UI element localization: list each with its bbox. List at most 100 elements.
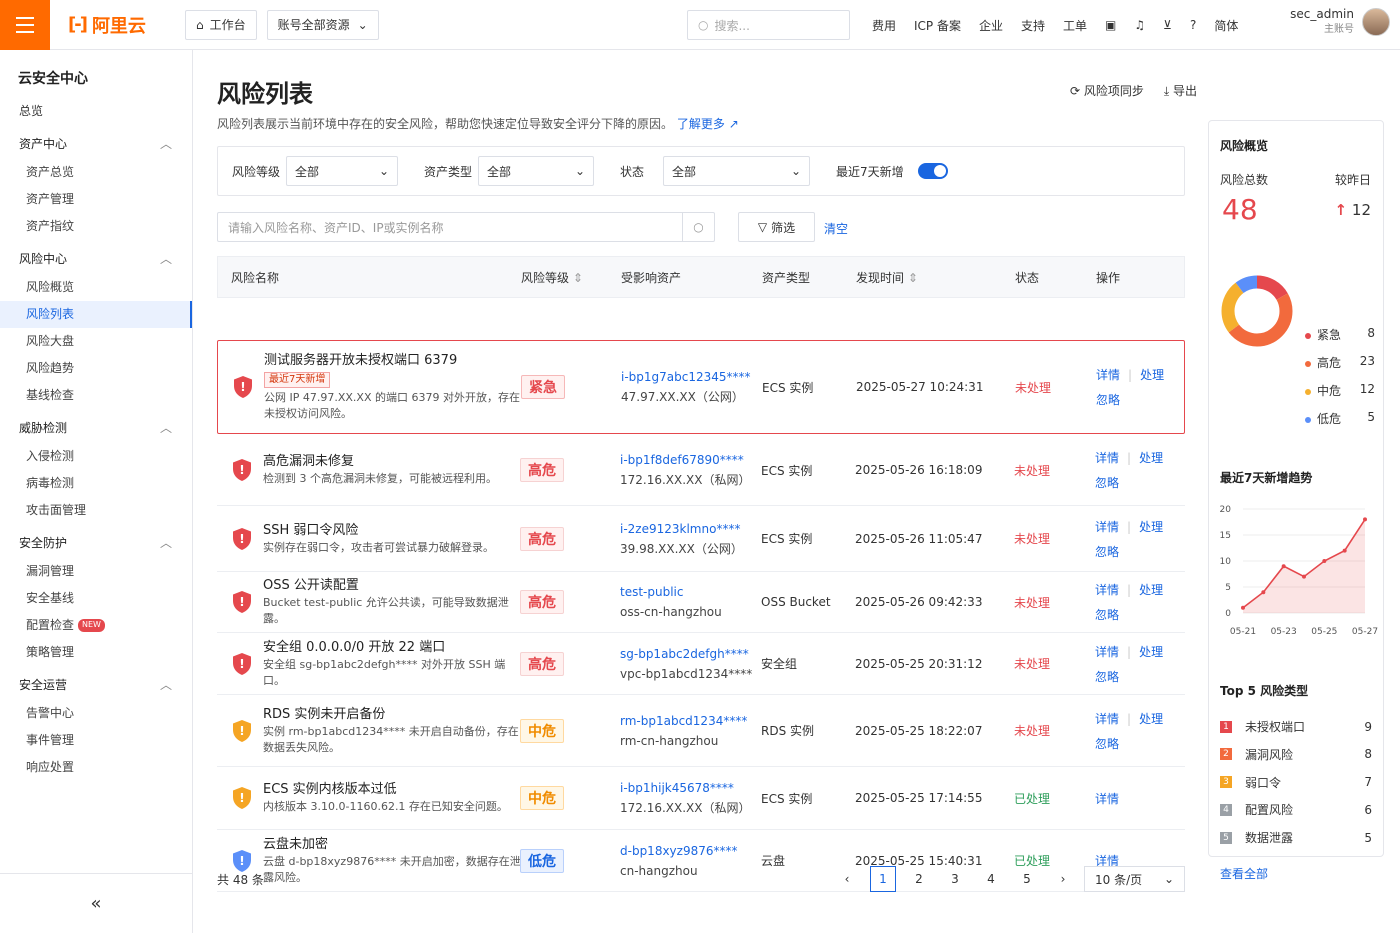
table-row[interactable]: ! SSH 弱口令风险 实例存在弱口令，攻击者可尝试暴力破解登录。 高危 i-2ze91… [217, 506, 1185, 572]
handle-link[interactable]: 处理 [1139, 645, 1163, 659]
table-row[interactable]: ! ECS 实例内核版本过低 内核版本 3.10.0-1160.62.1 存在已知安… [217, 767, 1185, 830]
filter-button[interactable]: ▽ 筛选 [738, 212, 815, 242]
risk-name[interactable]: RDS 实例未开启备份 [263, 706, 523, 724]
page-4[interactable]: 4 [973, 872, 1009, 886]
sync-button[interactable]: ⟳ 风险项同步 [1070, 82, 1144, 99]
ignore-link[interactable]: 忽略 [1095, 545, 1119, 559]
detail-link[interactable]: 详情 [1096, 368, 1120, 382]
sidebar-item[interactable]: 事件管理 [0, 727, 192, 754]
risk-name[interactable]: 云盘未加密 [263, 836, 523, 854]
ignore-link[interactable]: 忽略 [1095, 476, 1119, 490]
sidebar-item[interactable]: 配置检查 NEW [0, 612, 192, 639]
table-row[interactable]: ! 高危漏洞未修复 检测到 3 个高危漏洞未修复，可能被远程利用。 高危 i-bp1f8… [217, 435, 1185, 506]
terminal-icon[interactable]: ▣ [1105, 18, 1116, 32]
ignore-link[interactable]: 忽略 [1095, 608, 1119, 622]
link-ticket[interactable]: 工单 [1063, 17, 1087, 34]
handle-link[interactable]: 处理 [1140, 368, 1164, 382]
link-support[interactable]: 支持 [1021, 17, 1045, 34]
aliyun-logo[interactable]: [-] 阿里云 [68, 12, 178, 38]
sidebar-group[interactable]: 威胁检测 ︿ [0, 413, 192, 443]
sidebar-item[interactable]: 策略管理 [0, 639, 192, 666]
detail-link[interactable]: 详情 [1095, 583, 1119, 597]
link-icp[interactable]: ICP 备案 [914, 17, 961, 34]
avatar[interactable] [1362, 8, 1390, 36]
sidebar-item[interactable]: 攻击面管理 [0, 497, 192, 524]
sidebar-group[interactable]: 资产中心 ︿ [0, 129, 192, 159]
detail-link[interactable]: 详情 [1095, 451, 1119, 465]
next-page-icon[interactable]: › [1045, 872, 1081, 886]
risk-name[interactable]: ECS 实例内核版本过低 [263, 781, 523, 799]
detail-link[interactable]: 详情 [1095, 520, 1119, 534]
asset-id-link[interactable]: i-2ze9123klmno**** [620, 519, 743, 539]
asset-id-link[interactable]: i-bp1hijk45678**** [620, 778, 751, 798]
link-enterprise[interactable]: 企业 [979, 17, 1003, 34]
handle-link[interactable]: 处理 [1139, 583, 1163, 597]
clear-button[interactable]: 清空 [824, 220, 848, 237]
handle-link[interactable]: 处理 [1139, 712, 1163, 726]
top5-item[interactable]: 4 配置风险 6 [1220, 801, 1372, 818]
risk-name[interactable]: 高危漏洞未修复 [263, 453, 523, 471]
page-1[interactable]: 1 [870, 866, 896, 892]
page-size-select[interactable]: 10 条/页 ⌄ [1084, 866, 1185, 892]
asset-id-link[interactable]: test-public [620, 582, 722, 602]
status-filter-select[interactable]: 全部 ⌄ [663, 156, 811, 186]
sidebar-item[interactable]: 资产管理 [0, 186, 192, 213]
handle-link[interactable]: 处理 [1139, 520, 1163, 534]
sidebar-item[interactable]: 漏洞管理 [0, 558, 192, 585]
help-icon[interactable]: ? [1190, 18, 1196, 32]
sidebar-item[interactable]: 风险列表 [0, 301, 192, 328]
asset-id-link[interactable]: sg-bp1abc2defgh**** [620, 644, 752, 664]
menu-icon[interactable] [0, 0, 50, 50]
top5-item[interactable]: 3 弱口令 7 [1220, 774, 1372, 791]
detail-link[interactable]: 详情 [1095, 712, 1119, 726]
ignore-link[interactable]: 忽略 [1095, 737, 1119, 751]
page-5[interactable]: 5 [1009, 872, 1045, 886]
top5-item[interactable]: 5 数据泄露 5 [1220, 829, 1372, 846]
account-scope-dropdown[interactable]: 账号全部资源 ⌄ [266, 9, 379, 40]
asset-id-link[interactable]: d-bp18xyz9876**** [620, 841, 738, 861]
sidebar-item[interactable]: 入侵检测 [0, 443, 192, 470]
global-search-input[interactable]: ○ 搜索... [687, 10, 850, 40]
col-found-time[interactable]: 发现时间 ⇕ [856, 269, 918, 286]
sidebar-item[interactable]: 告警中心 [0, 700, 192, 727]
detail-link[interactable]: 详情 [1095, 645, 1119, 659]
workbench-button[interactable]: ⌂ 工作台 [185, 9, 257, 40]
detail-link[interactable]: 详情 [1095, 792, 1119, 806]
sidebar-item[interactable]: 响应处置 [0, 754, 192, 781]
handle-link[interactable]: 处理 [1139, 451, 1163, 465]
language-switch[interactable]: 简体 [1214, 17, 1238, 34]
sidebar-item-overview[interactable]: 总览 [0, 98, 192, 125]
link-fees[interactable]: 费用 [872, 17, 896, 34]
ignore-link[interactable]: 忽略 [1096, 393, 1120, 407]
cart-icon[interactable]: ⊻ [1163, 18, 1172, 32]
risk-name[interactable]: OSS 公开读配置 [263, 577, 523, 595]
asset-id-link[interactable]: rm-bp1abcd1234**** [620, 711, 747, 731]
risk-name[interactable]: 测试服务器开放未授权端口 6379 [264, 352, 524, 370]
top5-item[interactable]: 2 漏洞风险 8 [1220, 746, 1372, 763]
ignore-link[interactable]: 忽略 [1095, 670, 1119, 684]
sidebar-item[interactable]: 风险概览 [0, 274, 192, 301]
risk-name[interactable]: 安全组 0.0.0.0/0 开放 22 端口 [263, 639, 523, 657]
page-3[interactable]: 3 [937, 872, 973, 886]
col-risk-level[interactable]: 风险等级 ⇕ [521, 269, 583, 286]
user-menu[interactable]: sec_admin 主账号 [1290, 6, 1390, 38]
asset-id-link[interactable]: i-bp1g7abc12345**** [621, 367, 751, 387]
sidebar-item[interactable]: 风险趋势 [0, 355, 192, 382]
sidebar-item[interactable]: 风险大盘 [0, 328, 192, 355]
collapse-sidebar-icon[interactable]: « [0, 873, 192, 933]
table-row[interactable]: ! RDS 实例未开启备份 实例 rm-bp1abcd1234**** 未开启自动备… [217, 695, 1185, 767]
table-row[interactable]: ! 安全组 0.0.0.0/0 开放 22 端口 安全组 sg-bp1abc2def… [217, 633, 1185, 695]
sidebar-item[interactable]: 资产总览 [0, 159, 192, 186]
sidebar-item[interactable]: 资产指纹 [0, 213, 192, 240]
view-all-link[interactable]: 查看全部 [1220, 865, 1268, 882]
recent-toggle[interactable] [917, 163, 948, 179]
asset-id-link[interactable]: i-bp1f8def67890**** [620, 450, 751, 470]
sidebar-item[interactable]: 安全基线 [0, 585, 192, 612]
search-icon[interactable]: ○ [682, 213, 714, 241]
table-row[interactable]: ! OSS 公开读配置 Bucket test-public 允许公共读，可能导致数… [217, 572, 1185, 633]
sidebar-group[interactable]: 安全防护 ︿ [0, 528, 192, 558]
sidebar-item[interactable]: 病毒检测 [0, 470, 192, 497]
table-row[interactable]: ! 测试服务器开放未授权端口 6379 最近7天新增 公网 IP 47.97.XX.X… [217, 340, 1185, 434]
sidebar-group[interactable]: 安全运营 ︿ [0, 670, 192, 700]
bell-icon[interactable]: ♫ [1134, 18, 1145, 32]
